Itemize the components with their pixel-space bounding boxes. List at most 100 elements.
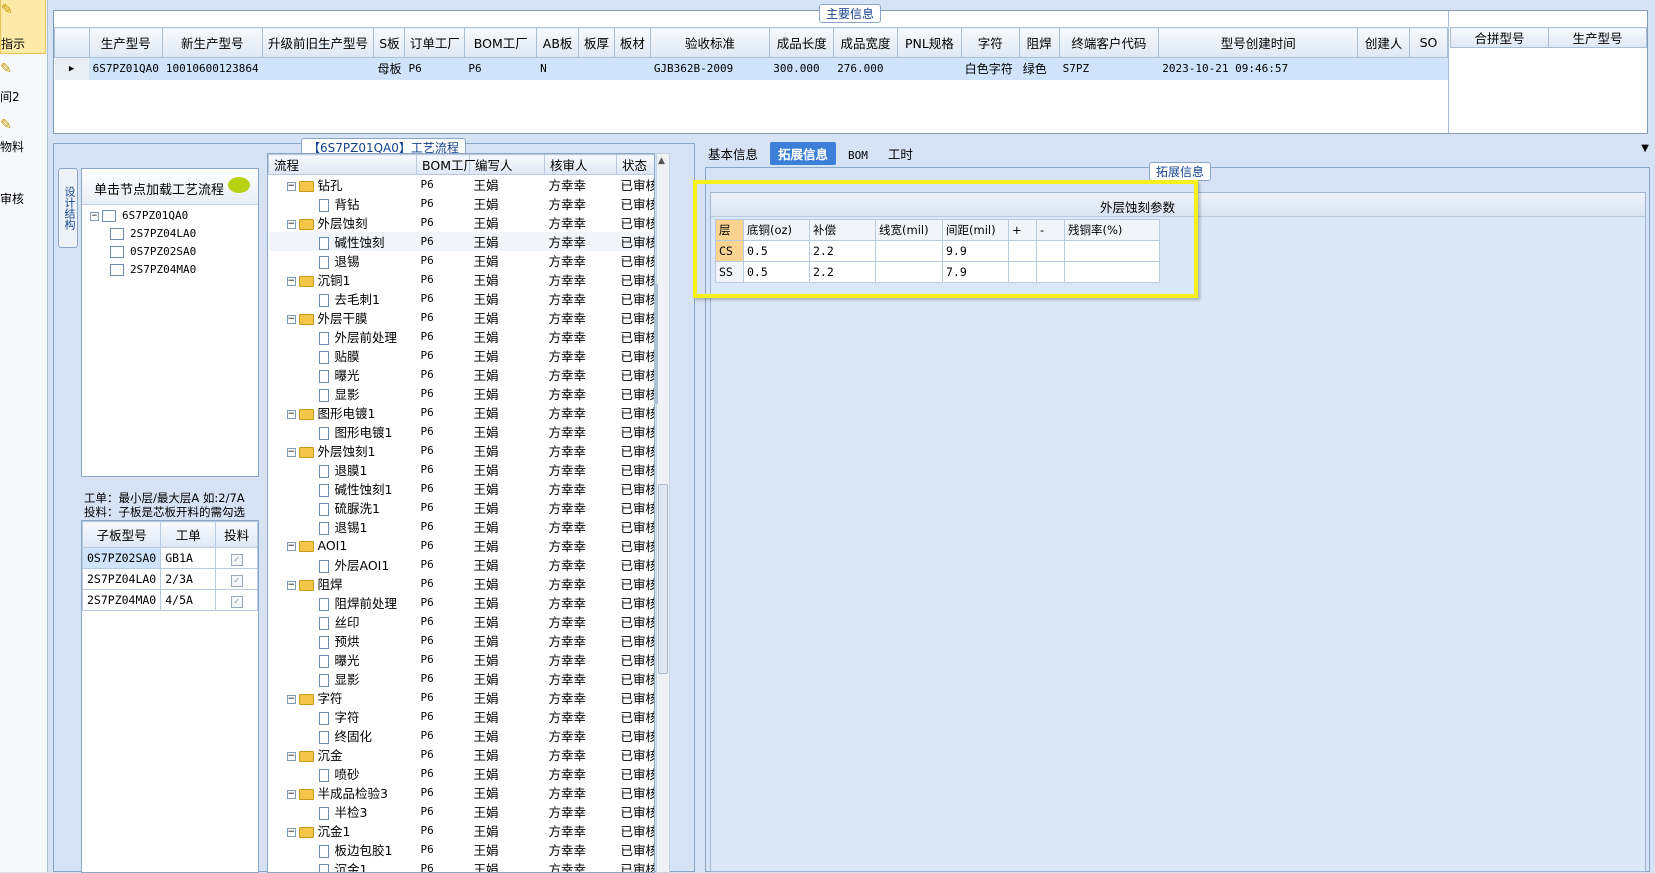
flow-cell[interactable]: 已审核 [617,365,655,384]
tab-work-hours[interactable]: 工时 [880,142,921,165]
table-row[interactable]: 2S7PZ04MA0 4/5A ✓ [81,589,258,611]
flow-cell[interactable]: 方幸幸 [545,327,617,346]
tree-node-root[interactable]: −6S7PZ01QA0 [90,209,258,227]
flow-cell[interactable]: 方幸幸 [545,270,617,289]
nav-item-review[interactable]: 审核 [0,190,46,207]
flow-cell[interactable]: 方幸幸 [545,213,617,232]
flow-cell[interactable]: P6 [417,479,470,498]
flow-cell[interactable]: 王娟 [470,308,545,327]
tree-node[interactable]: 2S7PZ04MA0 [90,263,258,281]
collapse-icon[interactable]: − [286,581,296,590]
collapse-icon[interactable]: − [286,182,296,191]
flow-cell[interactable]: 已审核 [617,327,655,346]
flow-cell[interactable]: 王娟 [470,593,545,612]
flow-cell[interactable]: 方幸幸 [545,840,617,859]
table-row[interactable]: 板边包胶1 P6 王娟 方幸幸 已审核 [269,840,654,859]
tab-extended-info[interactable]: 拓展信息 [770,142,837,165]
flow-cell[interactable]: 王娟 [470,555,545,574]
col-header[interactable]: 升级前旧生产型号 [261,27,375,58]
col-header[interactable]: AB板 [536,27,580,58]
flow-cell[interactable]: P6 [417,593,470,612]
flow-cell[interactable]: P6 [417,821,470,840]
flow-node[interactable]: 硫脲洗1 [269,498,417,517]
flow-cell[interactable]: P6 [417,574,470,593]
flow-cell[interactable]: 方幸幸 [545,745,617,764]
table-row[interactable]: 退锡1 P6 王娟 方幸幸 已审核 [269,517,654,536]
flow-cell[interactable]: 已审核 [617,650,655,669]
flow-cell[interactable]: 王娟 [470,251,545,270]
col-header[interactable]: BOM工厂 [464,27,538,58]
flow-cell[interactable]: 王娟 [470,764,545,783]
flow-cell[interactable]: 方幸幸 [545,517,617,536]
flow-cell[interactable]: P6 [417,536,470,555]
flow-cell[interactable]: P6 [417,289,470,308]
flow-cell[interactable]: P6 [417,403,470,422]
flow-cell[interactable]: 已审核 [617,498,655,517]
table-row[interactable]: 外层AOI1 P6 王娟 方幸幸 已审核 [269,555,654,574]
flow-cell[interactable]: P6 [417,194,470,213]
flow-cell[interactable]: 方幸幸 [545,536,617,555]
flow-cell[interactable]: 王娟 [470,213,545,232]
flow-cell[interactable]: 方幸幸 [545,441,617,460]
flow-node[interactable]: 板边包胶1 [269,840,417,859]
flow-cell[interactable]: 方幸幸 [545,175,617,195]
flow-node[interactable]: − 字符 [269,688,417,707]
flow-cell[interactable]: 已审核 [617,346,655,365]
col-header[interactable]: S板 [373,27,406,58]
table-row[interactable]: ▶ 6S7PZ01QA0 10010600123864 母板 P6 P6 N G… [54,57,1448,80]
flow-node[interactable]: − 外层干膜 [269,308,417,327]
flow-cell[interactable]: 已审核 [617,441,655,460]
flow-node[interactable]: 终固化 [269,726,417,745]
table-row[interactable]: 字符 P6 王娟 方幸幸 已审核 [269,707,654,726]
flow-node[interactable]: 半检3 [269,802,417,821]
collapse-icon[interactable]: − [286,448,296,457]
table-row[interactable]: 预烘 P6 王娟 方幸幸 已审核 [269,631,654,650]
table-row[interactable]: 喷砂 P6 王娟 方幸幸 已审核 [269,764,654,783]
nav-item-material[interactable]: ✎ 物料 [0,116,46,162]
flow-cell[interactable]: 王娟 [470,441,545,460]
flow-cell[interactable]: 方幸幸 [545,194,617,213]
collapse-icon[interactable]: − [286,220,296,229]
flow-node[interactable]: − 沉金1 [269,821,417,840]
dropdown-arrow-icon[interactable]: ▼ [1641,143,1649,154]
table-row[interactable]: 终固化 P6 王娟 方幸幸 已审核 [269,726,654,745]
flow-cell[interactable]: 王娟 [470,346,545,365]
col-header[interactable]: 生产型号 [1548,27,1647,48]
flow-cell[interactable]: 王娟 [470,650,545,669]
flow-cell[interactable]: 方幸幸 [545,707,617,726]
table-row[interactable]: − 阻焊 P6 王娟 方幸幸 已审核 [269,574,654,593]
flow-cell[interactable]: 已审核 [617,593,655,612]
flow-cell[interactable]: 王娟 [470,460,545,479]
flow-cell[interactable]: 已审核 [617,194,655,213]
flow-node[interactable]: 预烘 [269,631,417,650]
flow-cell[interactable]: 方幸幸 [545,688,617,707]
flow-node[interactable]: 阻焊前处理 [269,593,417,612]
flow-cell[interactable]: 王娟 [470,574,545,593]
flow-node[interactable]: 图形电镀1 [269,422,417,441]
table-row[interactable]: − 外层蚀刻1 P6 王娟 方幸幸 已审核 [269,441,655,460]
table-row[interactable]: 显影 P6 王娟 方幸幸 已审核 [269,384,654,403]
flow-cell[interactable]: P6 [417,365,470,384]
flow-cell[interactable]: 王娟 [470,707,545,726]
flow-cell[interactable]: 已审核 [617,289,655,308]
flow-cell[interactable]: 王娟 [470,232,545,251]
flow-cell[interactable]: 王娟 [470,745,545,764]
flow-cell[interactable]: 方幸幸 [545,859,617,872]
flow-cell[interactable]: 方幸幸 [545,289,617,308]
scroll-thumb[interactable] [658,484,668,674]
flow-node[interactable]: 曝光 [269,365,417,384]
flow-node[interactable]: − 阻焊 [269,574,417,593]
flow-cell[interactable]: P6 [417,707,470,726]
table-row[interactable]: 丝印 P6 王娟 方幸幸 已审核 [269,612,654,631]
table-row[interactable]: 图形电镀1 P6 王娟 方幸幸 已审核 [269,422,654,441]
flow-cell[interactable]: P6 [417,840,470,859]
flow-cell[interactable]: 已审核 [617,688,655,707]
flow-cell[interactable]: P6 [417,688,470,707]
flow-cell[interactable]: 方幸幸 [545,650,617,669]
col-header[interactable]: 成品长度 [769,27,835,58]
feed-checkbox[interactable]: ✓ [230,574,243,587]
flow-cell[interactable]: 王娟 [470,384,545,403]
flow-cell[interactable]: 王娟 [470,631,545,650]
flow-cell[interactable]: 方幸幸 [545,365,617,384]
table-row[interactable]: − 外层蚀刻 P6 王娟 方幸幸 已审核 [269,213,654,232]
